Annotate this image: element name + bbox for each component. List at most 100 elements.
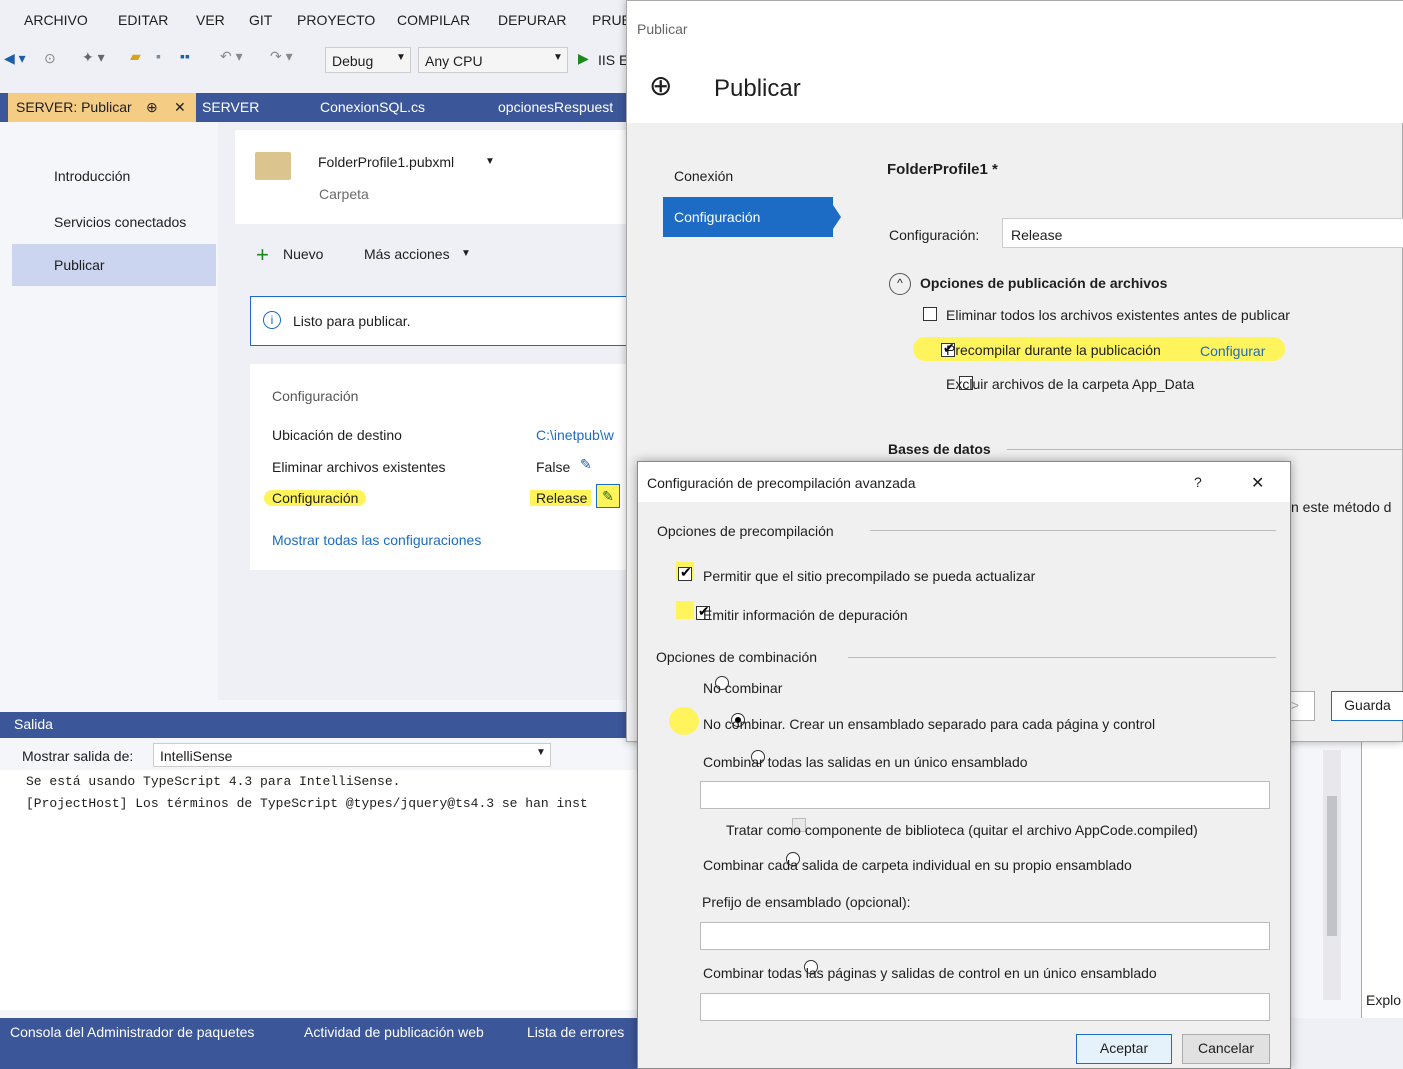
- config-label: Configuración:: [889, 227, 980, 243]
- new-item-icon[interactable]: ✦ ▾: [82, 49, 105, 66]
- databases-title: Bases de datos: [888, 441, 991, 457]
- profile-name[interactable]: FolderProfile1.pubxml: [318, 154, 454, 170]
- pencil-icon[interactable]: ✎: [596, 484, 620, 508]
- nav-introduccion[interactable]: Introducción: [54, 168, 130, 184]
- menu-depurar[interactable]: DEPURAR: [498, 12, 566, 28]
- save-button[interactable]: Guarda: [1331, 691, 1403, 721]
- precompile-dialog: Configuración de precompilación avanzada…: [637, 461, 1291, 1069]
- back-icon[interactable]: ◀ ▾: [4, 50, 26, 67]
- play-icon[interactable]: ▶: [578, 50, 589, 67]
- output-source-dropdown[interactable]: IntelliSense ▼: [153, 743, 551, 767]
- redo-icon[interactable]: ↷ ▾: [270, 48, 293, 65]
- nav-servicios-conectados[interactable]: Servicios conectados: [54, 214, 186, 230]
- prefix-label: Prefijo de ensamblado (opcional):: [702, 894, 911, 910]
- more-actions-button[interactable]: Más acciones: [364, 246, 450, 262]
- prefix-input[interactable]: [700, 922, 1270, 950]
- platform-dropdown[interactable]: Any CPU ▼: [418, 47, 568, 73]
- tab-opcionesrespuesta[interactable]: opcionesRespuest: [498, 99, 613, 115]
- configure-link[interactable]: Configurar: [1200, 343, 1265, 359]
- updatable-label: Permitir que el sitio precompilado se pu…: [703, 568, 1036, 584]
- profile-title: FolderProfile1 *: [887, 161, 998, 178]
- all-pages-input[interactable]: [700, 993, 1270, 1021]
- method-text: n este método d: [1291, 499, 1392, 515]
- library-label: Tratar como componente de biblioteca (qu…: [726, 822, 1198, 838]
- scroll-thumb[interactable]: [1327, 796, 1337, 936]
- menu-archivo[interactable]: ARCHIVO: [24, 12, 88, 28]
- run-target[interactable]: IIS E: [598, 52, 628, 68]
- right-panel: Explo: [1288, 740, 1403, 1018]
- chevron-down-icon: ▼: [396, 52, 406, 63]
- tab-server-publicar[interactable]: SERVER: Publicar ⊕ ✕: [8, 93, 196, 122]
- output-source-label: Mostrar salida de:: [22, 748, 134, 764]
- explorer-panel: Explo: [1361, 740, 1403, 1018]
- explorer-tab[interactable]: Explo: [1366, 992, 1401, 1008]
- info-icon: i: [263, 311, 281, 329]
- chevron-down-icon[interactable]: ▼: [485, 156, 495, 167]
- settings-title: Configuración: [272, 388, 359, 404]
- config-select[interactable]: Release: [1002, 218, 1403, 248]
- menu-compilar[interactable]: COMPILAR: [397, 12, 470, 28]
- precompile-label: Precompilar durante la publicación: [946, 342, 1161, 358]
- nav-configuracion[interactable]: Configuración: [663, 197, 841, 237]
- profile-card: FolderProfile1.pubxml ▼ Carpeta: [235, 130, 640, 224]
- menu-git[interactable]: GIT: [249, 12, 272, 28]
- ok-button[interactable]: Aceptar: [1076, 1034, 1172, 1064]
- debug-info-highlight: [676, 601, 694, 619]
- globe-icon: ⊕: [649, 70, 673, 101]
- selected-merge-highlight: [669, 707, 699, 735]
- chevron-down-icon[interactable]: ▼: [461, 248, 471, 259]
- pencil-icon[interactable]: ✎: [580, 456, 592, 473]
- merge-option-label: Combinar todas las salidas en un único e…: [703, 754, 1028, 770]
- publish-titlebar: Publicar: [627, 1, 1403, 49]
- output-titlebar: Salida: [0, 712, 640, 738]
- collapse-icon[interactable]: ^: [889, 273, 911, 295]
- close-icon[interactable]: ✕: [174, 99, 186, 116]
- setting-value: Release: [530, 490, 592, 506]
- delete-files-checkbox[interactable]: [923, 307, 937, 322]
- cancel-button[interactable]: Cancelar: [1182, 1034, 1270, 1064]
- config-dropdown[interactable]: Debug ▼: [325, 47, 411, 73]
- output-line: [ProjectHost] Los términos de TypeScript…: [26, 796, 588, 811]
- new-button[interactable]: Nuevo: [283, 246, 323, 262]
- nav-conexion[interactable]: Conexión: [674, 168, 733, 184]
- document-tab-strip: SERVER: Publicar ⊕ ✕ SERVER ConexionSQL.…: [0, 93, 640, 122]
- profile-type: Carpeta: [319, 186, 369, 202]
- undo-icon[interactable]: ↶ ▾: [220, 48, 243, 65]
- merge-option-label: No combinar. Crear un ensamblado separad…: [703, 716, 1156, 732]
- tab-server[interactable]: SERVER: [202, 99, 259, 115]
- menu-ver[interactable]: VER: [196, 12, 225, 28]
- setting-value: False: [536, 459, 571, 475]
- tab-package-console[interactable]: Consola del Administrador de paquetes: [10, 1024, 254, 1040]
- pin-icon[interactable]: ⊕: [146, 99, 158, 116]
- save-icon[interactable]: ▪: [156, 48, 161, 64]
- menu-proyecto[interactable]: PROYECTO: [297, 12, 375, 28]
- plus-icon[interactable]: +: [256, 242, 269, 268]
- tab-conexionsql[interactable]: ConexionSQL.cs: [320, 99, 425, 115]
- single-assembly-input[interactable]: [700, 781, 1270, 809]
- databases-divider: [1007, 449, 1403, 450]
- updatable-checkbox[interactable]: [678, 564, 692, 582]
- tab-web-publish-activity[interactable]: Actividad de publicación web: [304, 1024, 484, 1040]
- setting-label: Configuración: [264, 490, 367, 506]
- show-all-link[interactable]: Mostrar todas las configuraciones: [272, 532, 481, 548]
- setting-label: Ubicación de destino: [272, 427, 402, 443]
- scrollbar[interactable]: [1323, 750, 1341, 1000]
- exclude-app-data-label: Excluir archivos de la carpeta App_Data: [946, 376, 1195, 392]
- open-folder-icon[interactable]: ▰: [130, 48, 141, 65]
- nav-publicar[interactable]: Publicar: [12, 244, 216, 286]
- menu-editar[interactable]: EDITAR: [118, 12, 168, 28]
- forward-icon[interactable]: ⊙: [44, 50, 56, 67]
- group-divider: [870, 530, 1276, 531]
- save-all-icon[interactable]: ▪▪: [180, 48, 190, 64]
- debug-info-label: Emitir información de depuración: [703, 607, 908, 623]
- tab-error-list[interactable]: Lista de errores: [527, 1024, 624, 1040]
- output-line: Se está usando TypeScript 4.3 para Intel…: [26, 774, 401, 789]
- chevron-down-icon: ▼: [536, 747, 546, 758]
- chevron-down-icon: ▼: [553, 52, 563, 63]
- dialog-titlebar: Configuración de precompilación avanzada…: [638, 462, 1290, 502]
- help-button[interactable]: ?: [1194, 474, 1202, 490]
- merge-option-label: No combinar: [703, 680, 783, 696]
- output-window: Salida Mostrar salida de: IntelliSense ▼…: [0, 700, 640, 1018]
- setting-value[interactable]: C:\inetpub\w: [536, 427, 614, 443]
- close-icon[interactable]: ✕: [1251, 473, 1264, 493]
